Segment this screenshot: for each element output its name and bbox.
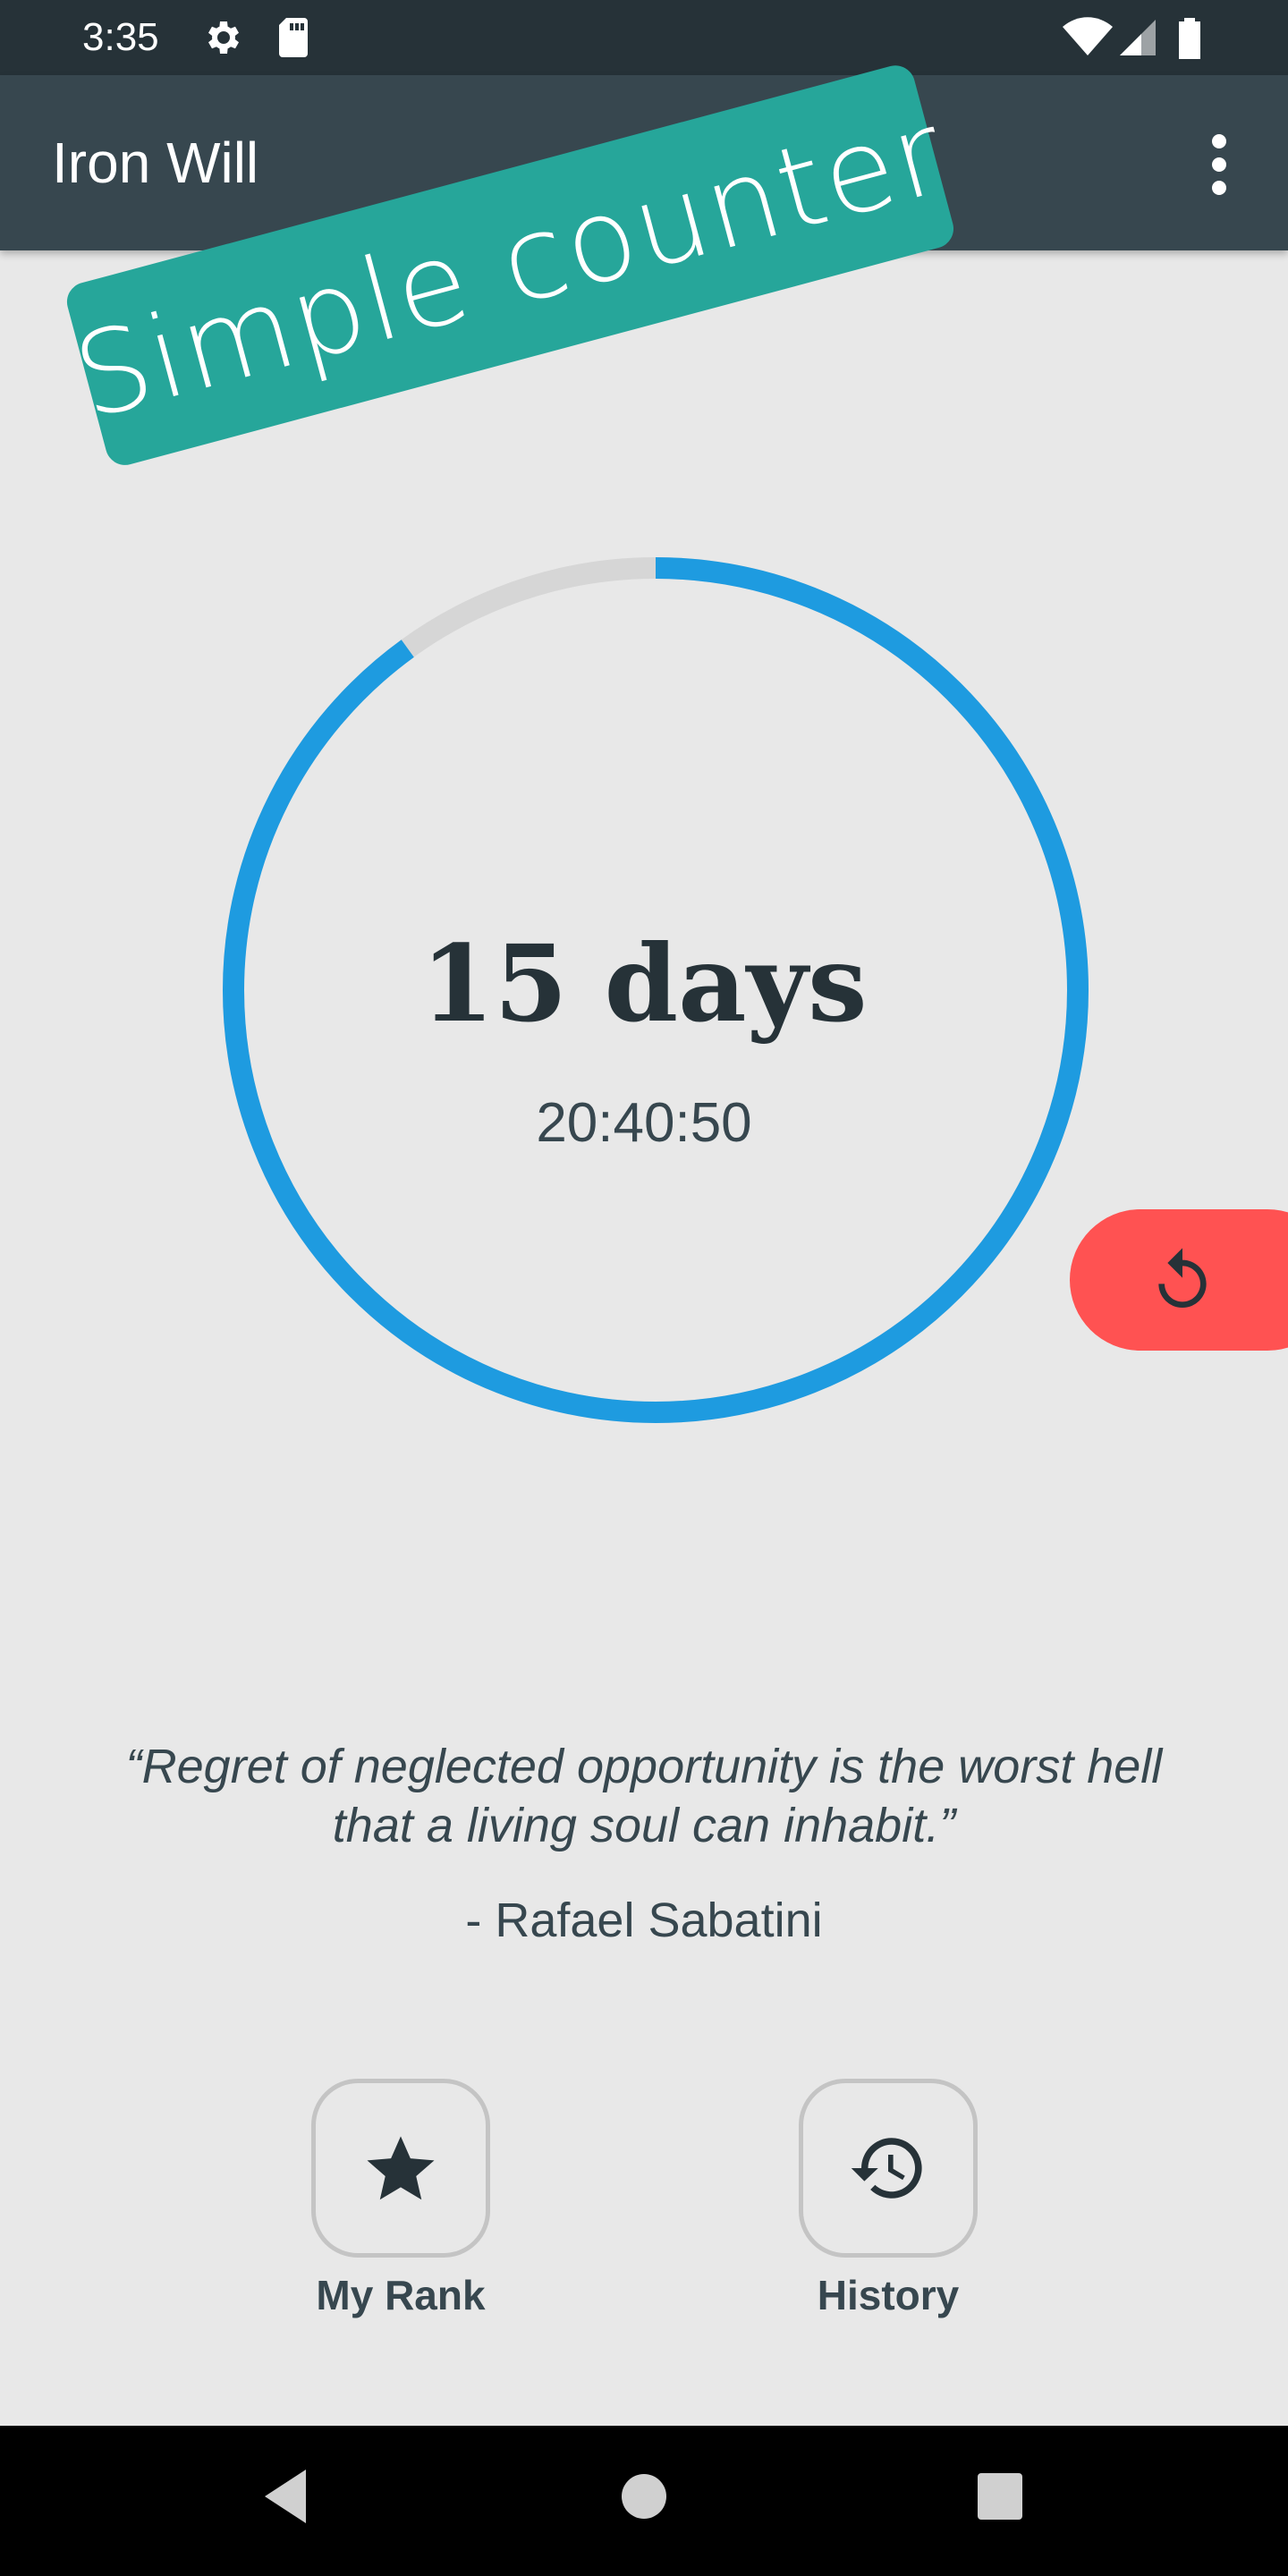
status-bar: 3:35 [0,0,1288,75]
elapsed-time: 20:40:50 [536,1092,752,1154]
star-icon [367,2136,435,2200]
reset-icon [1158,1248,1207,1308]
history-icon [851,2138,922,2199]
quote-text: “Regret of neglected opportunity is the … [125,1740,1163,1852]
gear-icon [202,16,245,64]
wifi-icon [1063,16,1113,64]
my-rank-button[interactable] [311,2079,490,2258]
more-vert-icon[interactable] [1197,129,1241,200]
system-nav-bar [0,2426,1288,2576]
status-time: 3:35 [82,15,159,59]
quote-author: - Rafael Sabatini [465,1894,823,1947]
sd-card-icon [274,16,313,64]
history-label: History [817,2272,960,2318]
home-icon[interactable] [621,2465,667,2528]
battery-icon [1177,16,1202,64]
recents-icon[interactable] [975,2465,1025,2528]
back-icon[interactable] [259,2465,313,2528]
signal-icon [1118,16,1156,64]
days-count: 15 days [420,921,868,1046]
history-button[interactable] [799,2079,978,2258]
reset-button[interactable] [1070,1209,1288,1351]
my-rank-label: My Rank [316,2272,486,2318]
app-title: Iron Will [52,131,259,195]
